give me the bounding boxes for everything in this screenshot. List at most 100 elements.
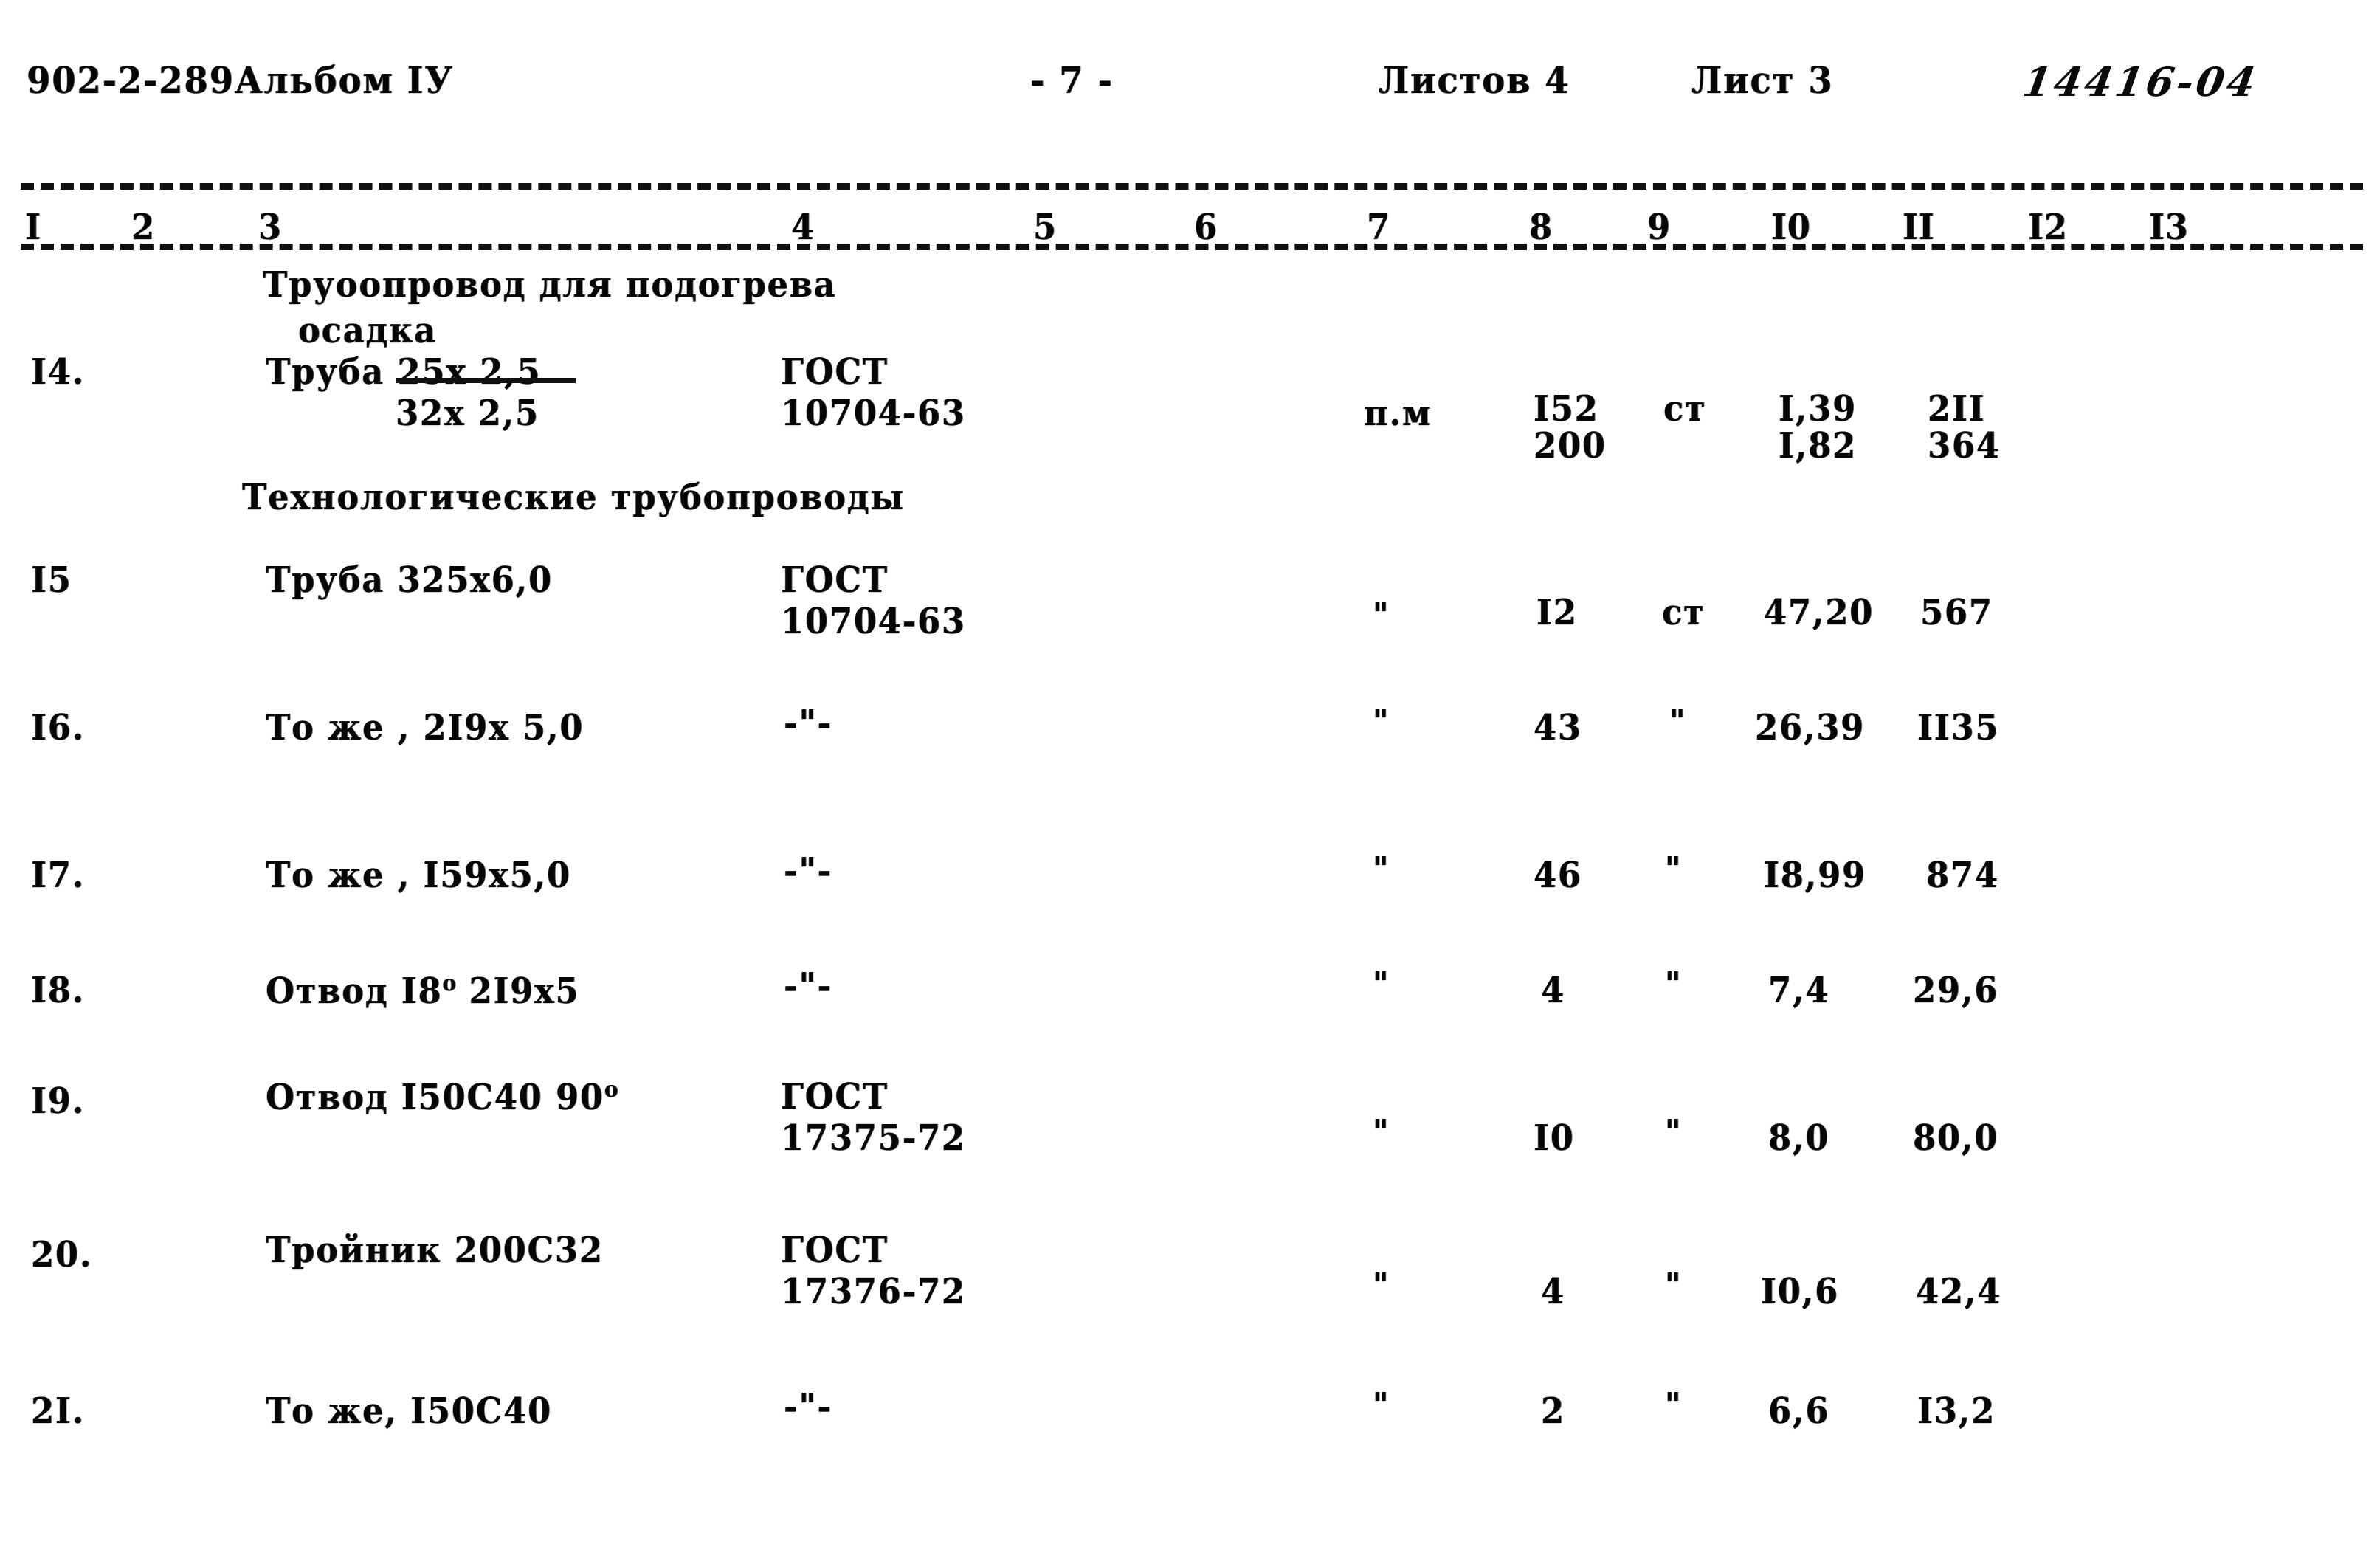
row-standard-ditto: -"- bbox=[784, 1386, 832, 1427]
row-qty-line1: I52 bbox=[1534, 388, 1599, 430]
column-number-12: I2 bbox=[2028, 207, 2068, 248]
row-unit: " bbox=[1373, 850, 1389, 888]
row-qty-line1: 2 bbox=[1541, 1391, 1565, 1432]
column-number-3: 3 bbox=[258, 207, 282, 248]
row-weight-unit-line1: 47,20 bbox=[1764, 592, 1874, 633]
table-top-divider bbox=[21, 183, 2363, 190]
row-no: 2I. bbox=[31, 1391, 86, 1432]
row-material: " bbox=[1665, 1386, 1681, 1424]
row-weight-total-line1: II35 bbox=[1917, 707, 2000, 748]
row-qty-line1: 4 bbox=[1541, 1271, 1565, 1312]
row-standard-ditto: -"- bbox=[784, 965, 832, 1007]
row-name-degree-sup: о bbox=[442, 971, 457, 996]
row-name-line1: Отвод I8о 2I9х5 bbox=[266, 971, 580, 1012]
row-weight-unit-line1: I0,6 bbox=[1761, 1271, 1839, 1312]
row-name-tail: 2I9х5 bbox=[456, 971, 580, 1012]
row-name-degree-sup: о bbox=[604, 1077, 618, 1103]
row-name-text: Отвод I8 bbox=[266, 971, 443, 1012]
row-standard-line2: 10704-63 bbox=[781, 601, 966, 642]
row-standard-line1: ГОСТ bbox=[781, 1230, 889, 1271]
row-weight-total-line1: 42,4 bbox=[1916, 1271, 2002, 1312]
row-unit: п.м bbox=[1364, 393, 1432, 434]
column-number-11: II bbox=[1903, 207, 1935, 248]
row-name-line2: 32х 2,5 bbox=[396, 393, 539, 434]
row-no: I8. bbox=[31, 970, 86, 1011]
row-weight-unit-line1: I8,99 bbox=[1764, 855, 1866, 896]
group-title-heating-pipeline-line1: Труоопровод для подогрева bbox=[263, 264, 837, 306]
row-no: 20. bbox=[31, 1234, 93, 1275]
row-weight-unit-line1: 8,0 bbox=[1768, 1117, 1830, 1159]
row-name-line1: Отвод I50С40 90о bbox=[266, 1077, 618, 1118]
row-unit: " bbox=[1373, 1267, 1389, 1304]
column-number-9: 9 bbox=[1647, 207, 1671, 248]
row-weight-unit-line1: 26,39 bbox=[1755, 707, 1866, 748]
row-standard-ditto: -"- bbox=[784, 703, 832, 744]
table-header-divider bbox=[21, 244, 2363, 250]
row-qty-line1: I0 bbox=[1534, 1117, 1575, 1159]
row-unit: " bbox=[1373, 596, 1389, 634]
row-name-line1: То же , I59х5,0 bbox=[266, 855, 571, 896]
row-name-line1: Труба 325х6,0 bbox=[266, 559, 553, 601]
row-name-line1: То же, I50С40 bbox=[266, 1391, 552, 1432]
column-number-8: 8 bbox=[1529, 207, 1553, 248]
group-title-process-pipelines: Технологические трубопроводы bbox=[242, 477, 905, 518]
row-standard-line1: ГОСТ bbox=[781, 1076, 889, 1117]
fraction-rule bbox=[396, 378, 576, 383]
row-weight-unit-line2: I,82 bbox=[1779, 425, 1857, 466]
row-material: " bbox=[1669, 703, 1686, 740]
row-standard-line2: 17375-72 bbox=[781, 1117, 966, 1159]
row-qty-line2: 200 bbox=[1534, 425, 1607, 466]
row-standard-line2: 17376-72 bbox=[781, 1271, 966, 1312]
column-number-10: I0 bbox=[1771, 207, 1811, 248]
row-weight-total-line1: 567 bbox=[1920, 592, 1993, 633]
row-name-line1: То же , 2I9х 5,0 bbox=[266, 707, 584, 748]
row-no: I5 bbox=[31, 559, 72, 601]
row-weight-total-line1: 874 bbox=[1926, 855, 1999, 896]
row-qty-line1: I2 bbox=[1536, 592, 1578, 633]
row-unit: " bbox=[1373, 703, 1389, 740]
row-no: I6. bbox=[31, 707, 86, 748]
row-weight-total-line2: 364 bbox=[1928, 425, 2001, 466]
sheet-label: Лист 3 bbox=[1691, 58, 1834, 102]
column-number-4: 4 bbox=[791, 207, 815, 248]
row-weight-total-line1: 2II bbox=[1928, 388, 1986, 430]
row-qty-line1: 46 bbox=[1534, 855, 1582, 896]
row-name-line1: Тройник 200С32 bbox=[266, 1230, 604, 1271]
row-no: I4. bbox=[31, 351, 86, 393]
row-unit: " bbox=[1373, 1113, 1389, 1151]
row-material: ст bbox=[1663, 388, 1707, 430]
row-unit: " bbox=[1373, 965, 1389, 1003]
column-number-2: 2 bbox=[131, 207, 155, 248]
row-name-text: Отвод I50С40 90 bbox=[266, 1077, 604, 1118]
row-no: I7. bbox=[31, 855, 86, 896]
row-material: " bbox=[1665, 850, 1681, 888]
row-standard-line1: ГОСТ bbox=[781, 559, 889, 601]
column-number-6: 6 bbox=[1194, 207, 1218, 248]
column-number-5: 5 bbox=[1033, 207, 1057, 248]
row-qty-line1: 4 bbox=[1541, 970, 1565, 1011]
row-name-line1: Труба 25х 2,5 bbox=[266, 351, 542, 393]
row-weight-unit-line1: 7,4 bbox=[1768, 970, 1830, 1011]
project-code: 902-2-289Альбом IУ bbox=[27, 58, 454, 102]
row-weight-unit-line1: 6,6 bbox=[1768, 1391, 1830, 1432]
row-qty-line1: 43 bbox=[1534, 707, 1582, 748]
page-number: - 7 - bbox=[1030, 58, 1114, 102]
sheets-total-label: Листов 4 bbox=[1379, 58, 1570, 102]
column-number-13: I3 bbox=[2149, 207, 2189, 248]
group-title-heating-pipeline-line2: осадка bbox=[298, 310, 437, 351]
row-material: " bbox=[1665, 965, 1681, 1003]
column-number-7: 7 bbox=[1367, 207, 1390, 248]
row-weight-total-line1: 80,0 bbox=[1913, 1117, 1999, 1159]
row-standard-ditto: -"- bbox=[784, 850, 832, 892]
row-weight-total-line1: 29,6 bbox=[1913, 970, 1999, 1011]
row-unit: " bbox=[1373, 1386, 1389, 1424]
column-number-1: I bbox=[25, 207, 41, 248]
document-number-handwritten: 14416-04 bbox=[2019, 58, 2262, 106]
row-material: ст bbox=[1662, 592, 1705, 633]
row-material: " bbox=[1665, 1113, 1681, 1151]
row-material: " bbox=[1665, 1267, 1681, 1304]
row-no: I9. bbox=[31, 1081, 86, 1122]
document-page: 902-2-289Альбом IУ - 7 - Листов 4 Лист 3… bbox=[0, 0, 2380, 1561]
row-standard-line2: 10704-63 bbox=[781, 393, 966, 434]
row-standard-line1: ГОСТ bbox=[781, 351, 889, 393]
